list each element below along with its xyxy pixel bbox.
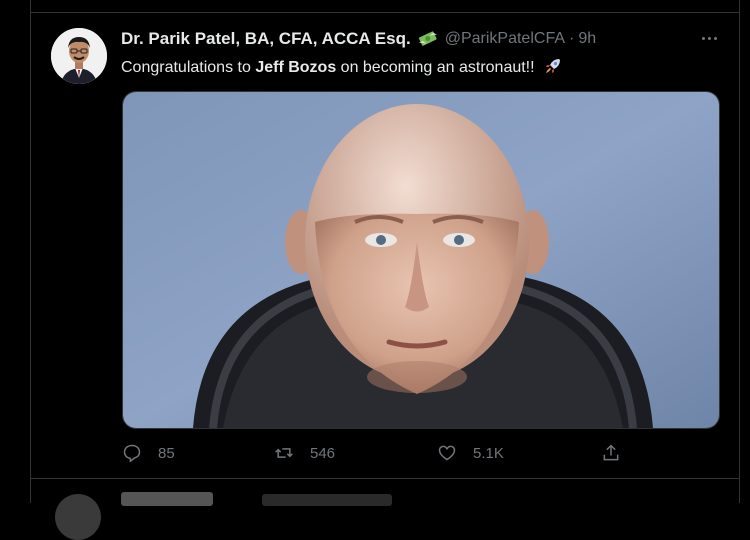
author-handle[interactable]: @ParikPatelCFA — [445, 30, 565, 48]
tweet-header: Dr. Parik Patel, BA, CFA, ACCA Esq. @Par… — [121, 28, 596, 50]
left-gutter — [0, 0, 30, 503]
tweet-timestamp[interactable]: 9h — [578, 30, 596, 48]
next-tweet-author-placeholder — [121, 492, 213, 506]
tweet-text-suffix: on becoming an astronaut!! — [336, 59, 535, 76]
next-tweet-handle-placeholder — [262, 494, 392, 506]
next-tweet-avatar[interactable] — [55, 494, 101, 540]
more-dot-icon — [701, 36, 705, 40]
tweet-text: Congratulations to Jeff Bozos on becomin… — [121, 56, 563, 77]
more-dot-icon — [713, 36, 717, 40]
reply-icon — [123, 444, 141, 463]
tweet-divider-bottom — [31, 478, 739, 479]
author-avatar[interactable] — [51, 28, 107, 84]
like-count: 5.1K — [473, 444, 504, 462]
retweet-button[interactable]: 546 — [274, 443, 335, 463]
like-button[interactable]: 5.1K — [437, 443, 504, 463]
separator-dot: · — [569, 30, 575, 47]
astronaut-photo — [123, 92, 719, 428]
tweet-actions: 85 546 5.1K — [0, 441, 750, 467]
tweet-media-image[interactable] — [122, 91, 720, 429]
avatar-image — [51, 28, 107, 84]
tweet-divider-top — [31, 12, 739, 13]
retweet-count: 546 — [310, 444, 336, 462]
rocket-icon — [543, 56, 563, 76]
share-icon — [603, 444, 619, 461]
timeline-border-left — [30, 0, 31, 503]
more-dot-icon — [707, 36, 711, 40]
timeline-border-right — [739, 0, 740, 503]
author-name[interactable]: Dr. Parik Patel, BA, CFA, ACCA Esq. — [121, 29, 411, 49]
heart-icon — [438, 445, 456, 461]
money-with-wings-icon — [417, 29, 439, 49]
tweet-text-bold: Jeff Bozos — [255, 59, 337, 76]
share-button[interactable] — [601, 443, 637, 463]
retweet-icon — [275, 448, 293, 458]
reply-count: 85 — [158, 444, 175, 462]
more-options-button[interactable] — [696, 28, 722, 48]
reply-button[interactable]: 85 — [122, 443, 175, 463]
tweet-text-prefix: Congratulations to — [121, 59, 256, 76]
